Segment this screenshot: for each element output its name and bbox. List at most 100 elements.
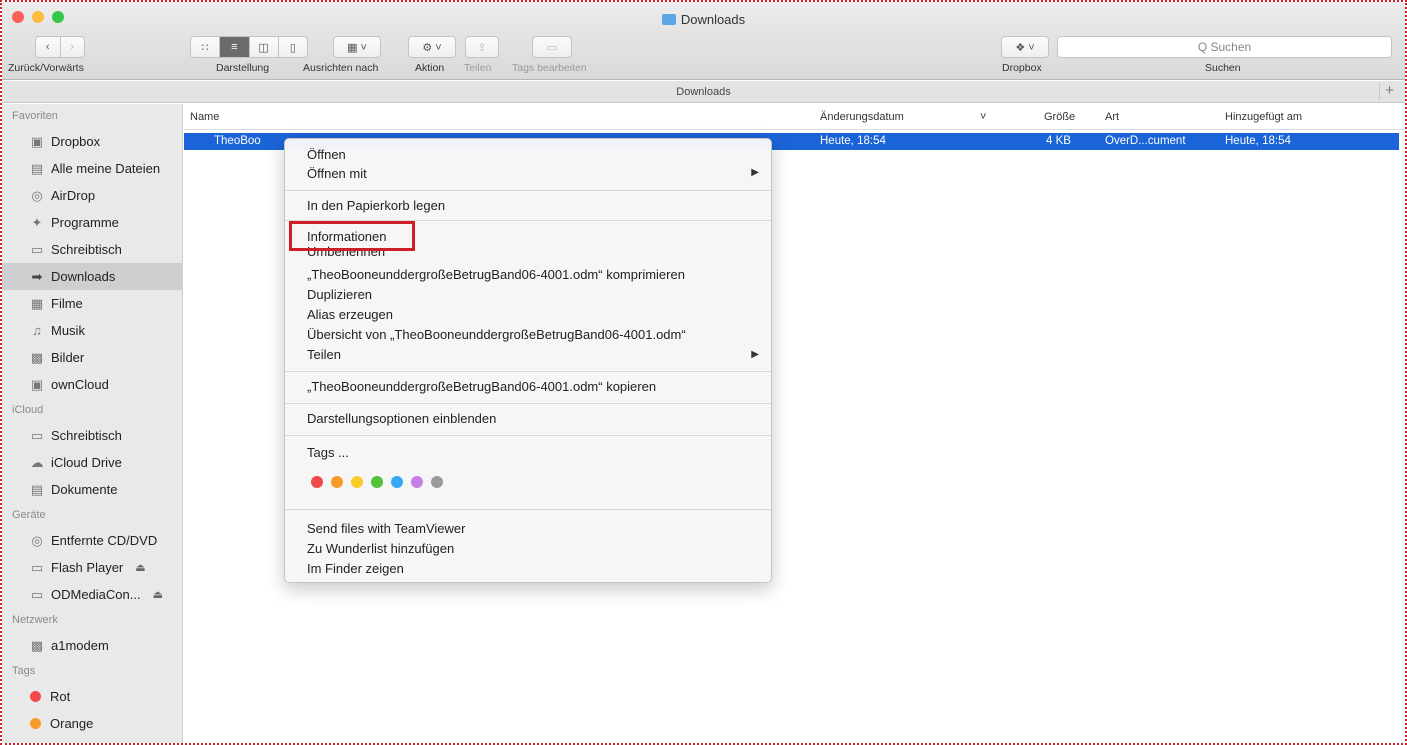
highlight-box (289, 221, 415, 251)
eject-icon[interactable]: ⏏ (153, 588, 163, 601)
tag-orange-button[interactable] (331, 476, 343, 488)
camera-icon: ▩ (30, 349, 44, 365)
sidebar-header-favorites: Favoriten (12, 110, 58, 122)
tab-downloads[interactable]: Downloads (676, 86, 730, 98)
menu-item-tags[interactable]: Tags ... (307, 443, 349, 463)
arrange-label: Ausrichten nach (303, 62, 379, 74)
sidebar-item-programme[interactable]: ✦ Programme (2, 209, 182, 236)
airdrop-icon: ◎ (31, 187, 43, 203)
tag-red-button[interactable] (311, 476, 323, 488)
menu-separator (285, 435, 771, 436)
sidebar-item-bilder[interactable]: ▩ Bilder (2, 344, 182, 371)
sidebar-header-network: Netzwerk (12, 614, 58, 626)
menu-separator (285, 509, 771, 510)
sidebar-item-downloads[interactable]: ➡ Downloads (2, 263, 182, 290)
tag-blue-button[interactable] (391, 476, 403, 488)
tag-icon: ▭ (546, 41, 558, 54)
sidebar-item-filme[interactable]: ▦ Filme (2, 290, 182, 317)
drive-icon: ▭ (30, 559, 44, 575)
tag-green-button[interactable] (371, 476, 383, 488)
sidebar-item-schreibtisch[interactable]: ▭ Schreibtisch (2, 236, 182, 263)
menu-item-wunderlist[interactable]: Zu Wunderlist hinzufügen (307, 539, 454, 559)
menu-item-open-with[interactable]: Öffnen mit (307, 164, 367, 184)
sidebar-item-airdrop[interactable]: ◎ AirDrop (2, 182, 182, 209)
column-kind[interactable]: Art (1105, 111, 1119, 123)
menu-item-share[interactable]: Teilen (307, 345, 341, 365)
back-forward-control[interactable]: ‹ › (35, 36, 85, 58)
submenu-arrow-icon: ▶ (751, 167, 759, 178)
menu-item-quicklook[interactable]: Übersicht von „TheoBooneunddergroßeBetru… (307, 325, 686, 345)
sidebar-item-tag-red[interactable]: Rot (2, 683, 182, 710)
file-size: 4 KB (1046, 135, 1071, 147)
apps-icon: ✦ (31, 214, 43, 230)
tag-purple-button[interactable] (411, 476, 423, 488)
back-icon[interactable]: ‹ (36, 37, 61, 57)
tag-yellow-button[interactable] (351, 476, 363, 488)
new-tab-plus-icon[interactable]: + (1379, 83, 1399, 100)
sidebar-item-icloud-drive[interactable]: ☁ iCloud Drive (2, 449, 182, 476)
nav-label: Zurück/Vorwärts (8, 62, 84, 74)
file-name: TheoBoo (214, 135, 261, 147)
column-header: Name Änderungsdatum ˅ Größe Art Hinzugef… (184, 104, 1405, 130)
view-mode-control[interactable]: ∷ ≡ ◫ ▯ (190, 36, 308, 58)
icon-view-icon[interactable]: ∷ (191, 37, 221, 57)
sidebar-item-dropbox[interactable]: ▣ Dropbox (2, 128, 182, 155)
sidebar-item-icloud-desktop[interactable]: ▭ Schreibtisch (2, 422, 182, 449)
tab-bar: Downloads + (2, 81, 1405, 103)
film-icon: ▦ (30, 295, 44, 311)
dropbox-label: Dropbox (1002, 62, 1042, 74)
menu-item-compress[interactable]: „TheoBooneunddergroßeBetrugBand06-4001.o… (307, 265, 685, 285)
column-size[interactable]: Größe (1044, 111, 1075, 123)
menu-item-teamviewer[interactable]: Send files with TeamViewer (307, 519, 466, 539)
gallery-view-icon[interactable]: ▯ (279, 37, 307, 57)
action-label: Aktion (415, 62, 445, 74)
forward-icon[interactable]: › (61, 37, 85, 57)
sidebar-item-all-files[interactable]: ▤ Alle meine Dateien (2, 155, 182, 182)
search-field[interactable]: Q Suchen (1057, 36, 1392, 58)
list-view-icon[interactable]: ≡ (220, 37, 250, 57)
sidebar-item-a1modem[interactable]: ▩ a1modem (2, 632, 182, 659)
dropbox-button[interactable]: ❖ ˅ (1001, 36, 1049, 58)
download-icon: ➡ (31, 268, 43, 284)
column-name[interactable]: Name (190, 111, 219, 123)
sidebar-item-odmediacon[interactable]: ▭ ODMediaCon... ⏏ (2, 581, 182, 608)
edit-tags-button[interactable]: ▭ (532, 36, 572, 58)
sidebar-item-musik[interactable]: ♫ Musik (2, 317, 182, 344)
drive-icon: ▭ (30, 586, 44, 602)
menu-item-copy[interactable]: „TheoBooneunddergroßeBetrugBand06-4001.o… (307, 377, 656, 397)
share-icon: ⇪ (477, 41, 487, 54)
sidebar-item-dokumente[interactable]: ▤ Dokumente (2, 476, 182, 503)
share-button[interactable]: ⇪ (465, 36, 499, 58)
tag-gray-button[interactable] (431, 476, 443, 488)
dropbox-icon: ❖ ˅ (1015, 41, 1035, 54)
sidebar-item-owncloud[interactable]: ▣ ownCloud (2, 371, 182, 398)
sidebar-item-remote-disc[interactable]: ◎ Entfernte CD/DVD (2, 527, 182, 554)
eject-icon[interactable]: ⏏ (135, 561, 145, 574)
share-label: Teilen (464, 62, 492, 74)
menu-item-open[interactable]: Öffnen (307, 145, 346, 165)
menu-separator (285, 371, 771, 372)
submenu-arrow-icon: ▶ (751, 349, 759, 360)
column-view-icon[interactable]: ◫ (250, 37, 279, 57)
toolbar: Downloads ‹ › Zurück/Vorwärts ∷ ≡ ◫ ▯ Da… (2, 2, 1405, 80)
menu-item-alias[interactable]: Alias erzeugen (307, 305, 393, 325)
sort-chevron-down-icon[interactable]: ˅ (980, 111, 986, 123)
menu-separator (285, 403, 771, 404)
menu-separator (285, 190, 771, 191)
action-button[interactable]: ⚙ ˅ (408, 36, 456, 58)
sidebar-item-tag-orange[interactable]: Orange (2, 710, 182, 737)
orange-tag-icon (30, 718, 41, 729)
music-icon: ♫ (32, 323, 42, 338)
context-menu: Öffnen Öffnen mit ▶ In den Papierkorb le… (284, 138, 772, 583)
folder-icon: ▣ (30, 376, 44, 392)
column-added[interactable]: Hinzugefügt am (1225, 111, 1302, 123)
menu-item-view-options[interactable]: Darstellungsoptionen einblenden (307, 409, 496, 429)
menu-item-duplicate[interactable]: Duplizieren (307, 285, 372, 305)
menu-item-show-in-finder[interactable]: Im Finder zeigen (307, 559, 404, 579)
menu-item-trash[interactable]: In den Papierkorb legen (307, 196, 445, 216)
file-modified: Heute, 18:54 (820, 135, 886, 147)
arrange-button[interactable]: ▦ ˅ (333, 36, 381, 58)
sidebar-item-flash-player[interactable]: ▭ Flash Player ⏏ (2, 554, 182, 581)
column-modified[interactable]: Änderungsdatum (820, 111, 904, 123)
arrange-icon: ▦ ˅ (347, 41, 367, 54)
